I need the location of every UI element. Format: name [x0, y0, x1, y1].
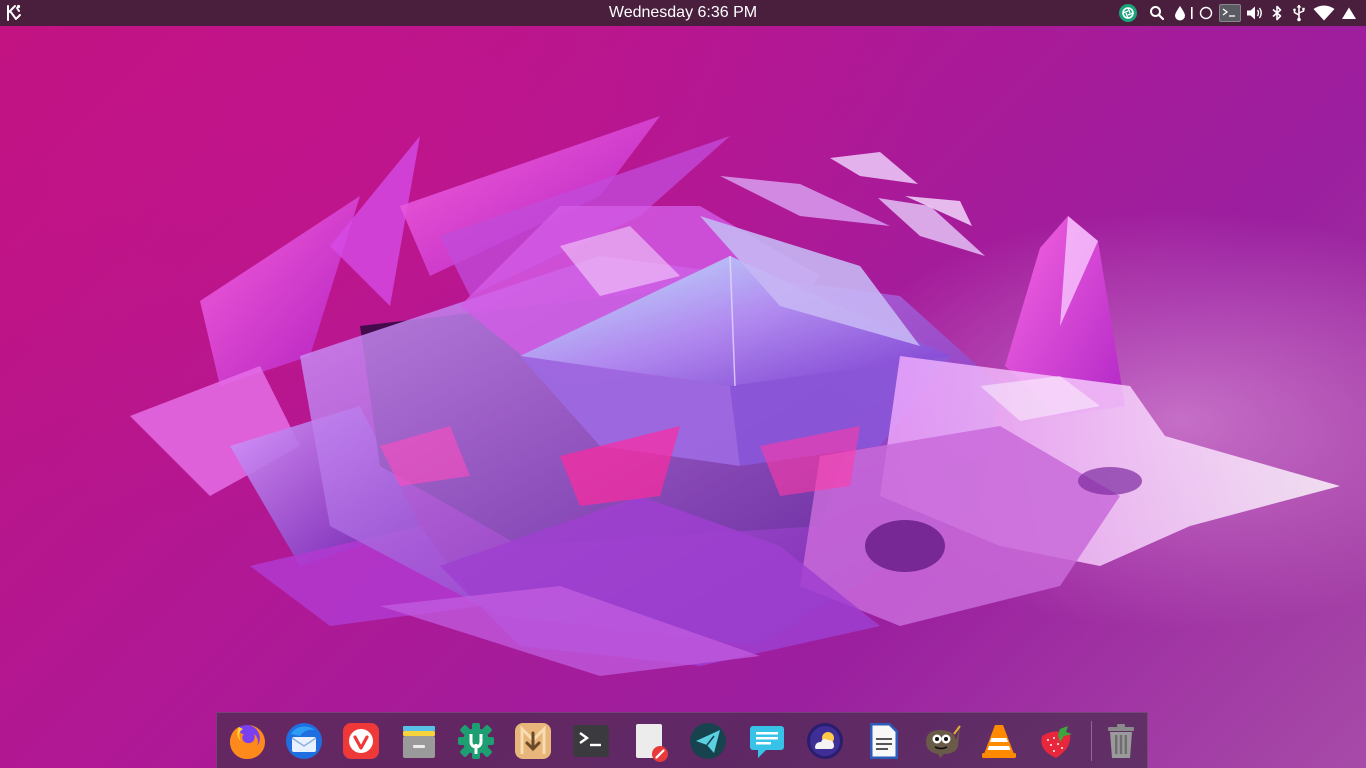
usb-icon[interactable] — [1288, 0, 1310, 26]
night-mode-icon[interactable] — [1196, 0, 1216, 26]
trash-icon[interactable] — [1099, 719, 1143, 763]
terminal-icon[interactable] — [569, 719, 613, 763]
search-icon[interactable] — [1142, 0, 1172, 26]
wifi-icon[interactable] — [1310, 0, 1338, 26]
bluetooth-icon[interactable] — [1266, 0, 1288, 26]
dock — [216, 712, 1148, 768]
system-tray — [1114, 0, 1360, 26]
top-panel: Wednesday 6:36 PM — [0, 0, 1366, 26]
strawberry-icon[interactable] — [1033, 719, 1077, 763]
settings-icon[interactable] — [454, 719, 498, 763]
firefox-icon[interactable] — [225, 719, 269, 763]
wallpaper-crystal-art — [130, 116, 1340, 676]
telegram-icon[interactable] — [686, 719, 730, 763]
gimp-icon[interactable] — [919, 719, 963, 763]
vivaldi-icon[interactable] — [339, 719, 383, 763]
vlc-icon[interactable] — [977, 719, 1021, 763]
kde-launcher-icon[interactable] — [4, 3, 24, 23]
file-manager-icon[interactable] — [397, 719, 441, 763]
separator-icon — [1188, 0, 1196, 26]
dock-separator — [1091, 721, 1092, 761]
power-icon[interactable] — [1338, 0, 1360, 26]
chat-icon[interactable] — [745, 719, 789, 763]
weather-icon[interactable] — [803, 719, 847, 763]
terminal-indicator-icon[interactable] — [1216, 0, 1244, 26]
app-indicator-icon[interactable] — [1114, 0, 1142, 26]
document-icon[interactable] — [861, 719, 905, 763]
color-picker-icon[interactable] — [1172, 0, 1188, 26]
volume-icon[interactable] — [1244, 0, 1266, 26]
downloader-icon[interactable] — [511, 719, 555, 763]
thunderbird-icon[interactable] — [282, 719, 326, 763]
text-editor-icon[interactable] — [627, 719, 671, 763]
